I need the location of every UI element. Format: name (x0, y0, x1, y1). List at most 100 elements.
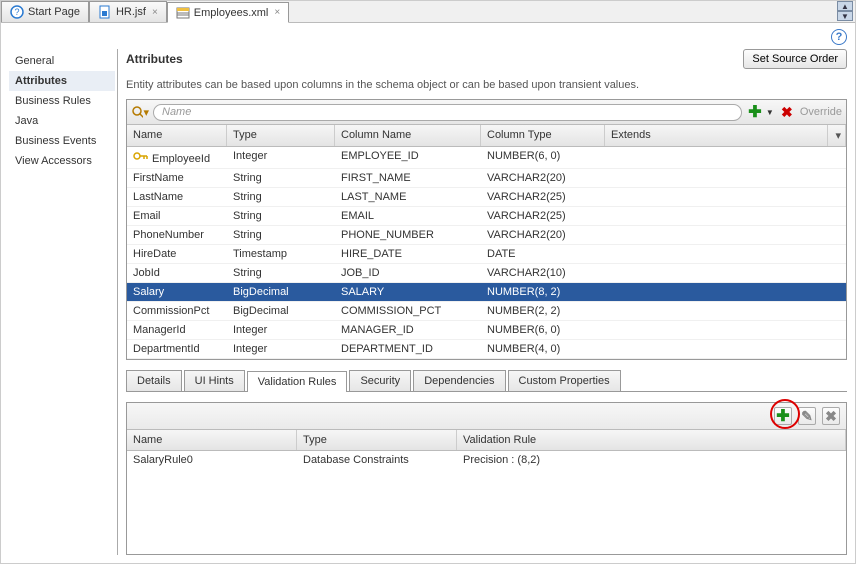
svg-text:?: ? (14, 7, 19, 17)
page-description: Entity attributes can be based upon colu… (126, 69, 847, 99)
rule-row[interactable]: SalaryRule0Database ConstraintsPrecision… (127, 451, 846, 469)
help-icon[interactable]: ? (831, 29, 847, 45)
tab-employees-xml[interactable]: Employees.xml × (167, 2, 289, 23)
cell-type: BigDecimal (227, 283, 335, 301)
rule-validation: Precision : (8,2) (457, 451, 846, 469)
cell-ext (605, 169, 828, 187)
col-extends[interactable]: Extends (605, 125, 828, 146)
tab-details[interactable]: Details (126, 370, 182, 391)
rules-col-name[interactable]: Name (127, 430, 297, 450)
cell-col: DEPARTMENT_ID (335, 340, 481, 358)
table-row[interactable]: EmailStringEMAILVARCHAR2(25) (127, 207, 846, 226)
cell-ctype: VARCHAR2(20) (481, 226, 605, 244)
delete-attribute-button[interactable]: ✖ (778, 103, 796, 121)
rule-type: Database Constraints (297, 451, 457, 469)
cell-col: MANAGER_ID (335, 321, 481, 339)
tabstrip-down-icon[interactable]: ▼ (837, 11, 853, 21)
close-icon[interactable]: × (152, 7, 158, 18)
cell-ctype: VARCHAR2(10) (481, 264, 605, 282)
col-name[interactable]: Name (127, 125, 227, 146)
entity-icon (176, 6, 190, 20)
table-row[interactable]: FirstNameStringFIRST_NAMEVARCHAR2(20) (127, 169, 846, 188)
cell-name: ManagerId (127, 321, 227, 339)
rules-col-type[interactable]: Type (297, 430, 457, 450)
cell-col: HIRE_DATE (335, 245, 481, 263)
tab-label: Start Page (28, 6, 80, 18)
cell-ext (605, 283, 828, 301)
table-row[interactable]: PhoneNumberStringPHONE_NUMBERVARCHAR2(20… (127, 226, 846, 245)
table-row[interactable]: EmployeeIdIntegerEMPLOYEE_IDNUMBER(6, 0) (127, 147, 846, 169)
tab-ui-hints[interactable]: UI Hints (184, 370, 245, 391)
tab-label: Employees.xml (194, 7, 269, 19)
validation-rules-panel: ✚ ✎ ✖ Name Type Validation Rule SalaryRu… (126, 402, 847, 555)
sidebar-item-general[interactable]: General (9, 51, 117, 71)
col-columntype[interactable]: Column Type (481, 125, 605, 146)
edit-rule-button[interactable]: ✎ (798, 407, 816, 425)
col-columnname[interactable]: Column Name (335, 125, 481, 146)
tab-dependencies[interactable]: Dependencies (413, 370, 505, 391)
cell-col: LAST_NAME (335, 188, 481, 206)
cell-ext (605, 340, 828, 358)
cell-col: JOB_ID (335, 264, 481, 282)
grid-header: Name Type Column Name Column Type Extend… (127, 125, 846, 147)
cell-type: String (227, 207, 335, 225)
col-type[interactable]: Type (227, 125, 335, 146)
page-title: Attributes (126, 52, 183, 66)
cell-name: FirstName (127, 169, 227, 187)
tab-custom-properties[interactable]: Custom Properties (508, 370, 621, 391)
add-menu-chevron-icon[interactable]: ▼ (766, 108, 774, 117)
cell-col: SALARY (335, 283, 481, 301)
cell-col: EMPLOYEE_ID (335, 147, 481, 168)
cell-type: BigDecimal (227, 302, 335, 320)
search-icon[interactable]: ▾ (131, 103, 149, 121)
table-row[interactable]: JobIdStringJOB_IDVARCHAR2(10) (127, 264, 846, 283)
sidebar-item-view-accessors[interactable]: View Accessors (9, 151, 117, 171)
cell-col: FIRST_NAME (335, 169, 481, 187)
cell-name: HireDate (127, 245, 227, 263)
key-icon (133, 150, 149, 162)
search-input[interactable]: Name (153, 104, 742, 121)
cell-type: Integer (227, 321, 335, 339)
table-row[interactable]: HireDateTimestampHIRE_DATEDATE (127, 245, 846, 264)
set-source-order-button[interactable]: Set Source Order (743, 49, 847, 69)
cell-name: PhoneNumber (127, 226, 227, 244)
section-nav: General Attributes Business Rules Java B… (9, 49, 117, 555)
table-row[interactable]: SalaryBigDecimalSALARYNUMBER(8, 2) (127, 283, 846, 302)
tab-validation-rules[interactable]: Validation Rules (247, 371, 348, 392)
cell-name: Salary (127, 283, 227, 301)
cell-ext (605, 207, 828, 225)
cell-col: EMAIL (335, 207, 481, 225)
tabstrip-up-icon[interactable]: ▲ (837, 1, 853, 11)
rule-name: SalaryRule0 (127, 451, 297, 469)
cell-ext (605, 226, 828, 244)
table-row[interactable]: DepartmentIdIntegerDEPARTMENT_IDNUMBER(4… (127, 340, 846, 359)
cell-type: String (227, 188, 335, 206)
tab-hr-jsf[interactable]: HR.jsf × (89, 1, 167, 22)
table-row[interactable]: LastNameStringLAST_NAMEVARCHAR2(25) (127, 188, 846, 207)
cell-ext (605, 147, 828, 168)
cell-name: JobId (127, 264, 227, 282)
cell-ctype: VARCHAR2(20) (481, 169, 605, 187)
search-placeholder: Name (162, 106, 191, 118)
rules-col-rule[interactable]: Validation Rule (457, 430, 846, 450)
table-row[interactable]: CommissionPctBigDecimalCOMMISSION_PCTNUM… (127, 302, 846, 321)
sidebar-item-attributes[interactable]: Attributes (9, 71, 117, 91)
sidebar-item-business-rules[interactable]: Business Rules (9, 91, 117, 111)
table-row[interactable]: ManagerIdIntegerMANAGER_IDNUMBER(6, 0) (127, 321, 846, 340)
cell-col: COMMISSION_PCT (335, 302, 481, 320)
delete-rule-button[interactable]: ✖ (822, 407, 840, 425)
grid-menu-chevron-icon[interactable]: ▾ (828, 125, 846, 146)
cell-ext (605, 302, 828, 320)
sidebar-item-java[interactable]: Java (9, 111, 117, 131)
add-rule-button[interactable]: ✚ (774, 407, 792, 425)
tab-start-page[interactable]: ? Start Page (1, 1, 89, 22)
cell-ext (605, 264, 828, 282)
tab-security[interactable]: Security (349, 370, 411, 391)
cell-ext (605, 188, 828, 206)
cell-type: String (227, 169, 335, 187)
sidebar-item-business-events[interactable]: Business Events (9, 131, 117, 151)
close-icon[interactable]: × (274, 7, 280, 18)
cell-type: Timestamp (227, 245, 335, 263)
add-attribute-button[interactable]: ✚ (746, 103, 764, 121)
attributes-grid: ▾ Name ✚▼ ✖ Override Name Type Column Na… (126, 99, 847, 360)
